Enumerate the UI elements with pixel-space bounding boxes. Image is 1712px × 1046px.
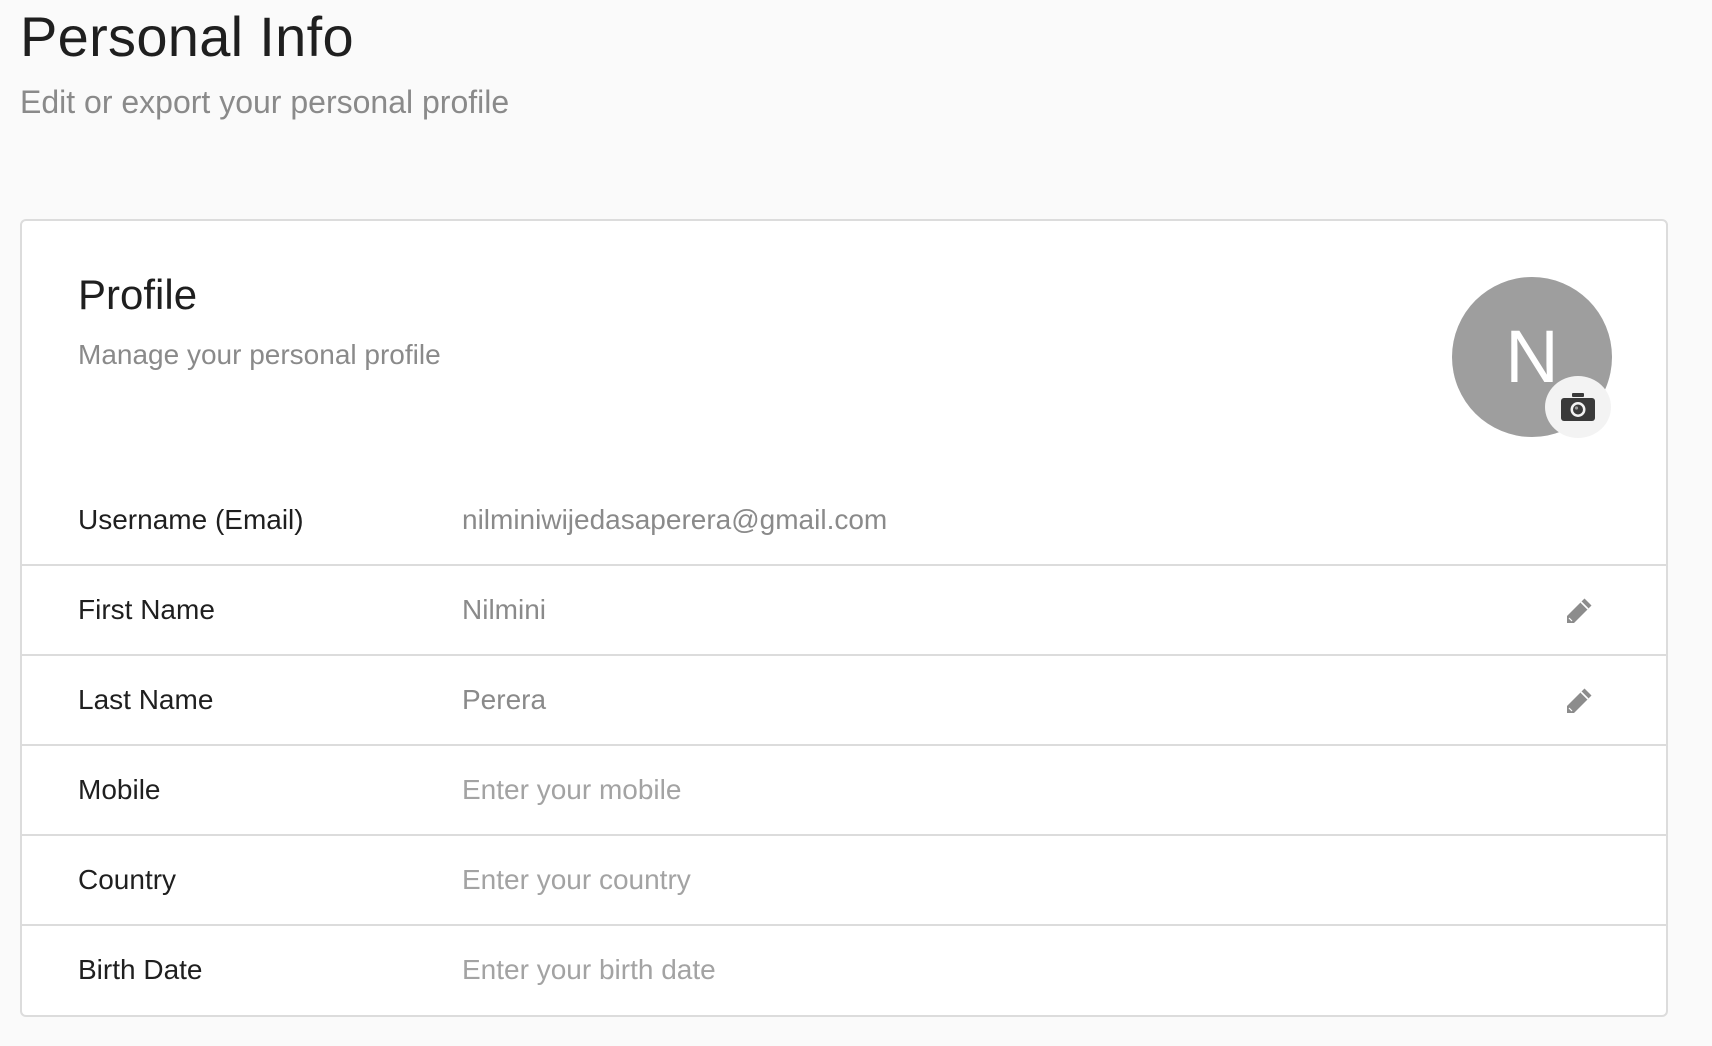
last-name-label: Last Name bbox=[78, 684, 214, 715]
pencil-icon bbox=[1567, 688, 1592, 713]
personal-info-page: Personal Info Edit or export your person… bbox=[0, 0, 1712, 1046]
page-title: Personal Info bbox=[20, 5, 354, 68]
camera-icon bbox=[1561, 393, 1595, 421]
last-name-value: Perera bbox=[462, 684, 547, 715]
field-row-birth-date[interactable]: Birth Date Enter your birth date bbox=[22, 926, 1666, 1016]
field-row-first-name[interactable]: First Name Nilmini bbox=[22, 566, 1666, 656]
country-field[interactable]: Enter your country bbox=[462, 836, 691, 924]
first-name-label: First Name bbox=[78, 594, 215, 625]
page-subtitle: Edit or export your personal profile bbox=[20, 84, 510, 120]
birth-date-label: Birth Date bbox=[78, 954, 203, 985]
edit-first-name-button[interactable] bbox=[1562, 594, 1596, 628]
change-photo-button[interactable] bbox=[1545, 376, 1611, 438]
country-label: Country bbox=[78, 864, 177, 895]
profile-card: Profile Manage your personal profile N U… bbox=[20, 219, 1668, 1017]
field-row-country[interactable]: Country Enter your country bbox=[22, 836, 1666, 926]
edit-last-name-button[interactable] bbox=[1562, 684, 1596, 718]
pencil-icon bbox=[1567, 598, 1592, 623]
username-label: Username (Email) bbox=[78, 504, 304, 535]
field-row-mobile[interactable]: Mobile Enter your mobile bbox=[22, 746, 1666, 836]
mobile-label: Mobile bbox=[78, 774, 161, 805]
birth-date-field[interactable]: Enter your birth date bbox=[462, 926, 716, 1014]
profile-title: Profile bbox=[78, 271, 198, 318]
username-value: nilminiwijedasaperera@gmail.com bbox=[462, 504, 888, 535]
first-name-value: Nilmini bbox=[462, 594, 546, 625]
mobile-field[interactable]: Enter your mobile bbox=[462, 746, 681, 834]
field-row-last-name[interactable]: Last Name Perera bbox=[22, 656, 1666, 746]
field-row-username: Username (Email) nilminiwijedasaperera@g… bbox=[22, 476, 1666, 566]
profile-subtitle: Manage your personal profile bbox=[78, 339, 441, 370]
profile-fields: Username (Email) nilminiwijedasaperera@g… bbox=[22, 476, 1666, 1016]
